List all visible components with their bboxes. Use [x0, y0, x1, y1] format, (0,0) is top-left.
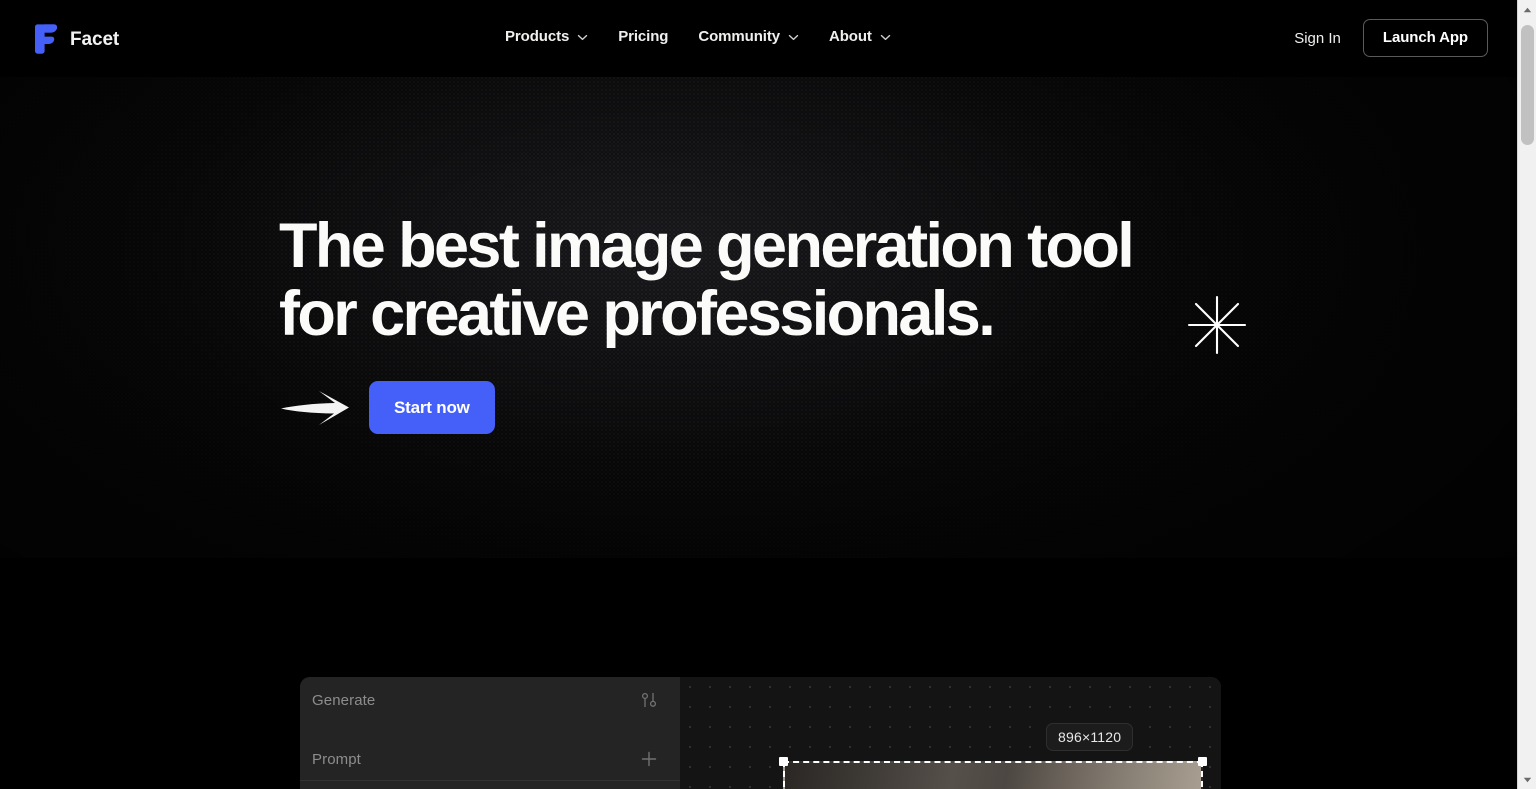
nav-label-pricing: Pricing [618, 28, 669, 45]
nav-item-products[interactable]: Products [505, 26, 588, 47]
scroll-down-arrow-icon[interactable] [1518, 770, 1536, 789]
nav-item-community[interactable]: Community [698, 26, 799, 47]
nav-item-about[interactable]: About [829, 26, 891, 47]
nav-label-products: Products [505, 28, 570, 45]
sign-in-link[interactable]: Sign In [1290, 24, 1345, 53]
chevron-down-icon [577, 32, 588, 43]
sliders-settings-icon[interactable] [640, 691, 658, 709]
nav-label-about: About [828, 28, 872, 45]
chevron-down-icon [788, 32, 799, 43]
prompt-label: Prompt [312, 750, 361, 768]
scroll-up-arrow-icon[interactable] [1518, 0, 1536, 19]
selection-handle-top-left[interactable] [779, 757, 788, 766]
hand-drawn-arrow-right-icon [279, 387, 355, 429]
panel-divider [300, 780, 680, 781]
facet-f-logo-icon [32, 24, 58, 54]
eight-point-star-icon [1186, 294, 1248, 356]
brand-name: Facet [70, 28, 120, 50]
hero-headline-line-2: for creative professionals. [279, 279, 996, 349]
hero-section: The best image generation tool for creat… [0, 0, 1517, 558]
main-navigation: Products Pricing Community About [505, 26, 891, 47]
nav-label-community: Community [698, 28, 780, 45]
app-screenshot: Generate Prompt 896×1120 [300, 677, 1221, 789]
generate-label: Generate [312, 691, 376, 709]
start-now-button[interactable]: Start now [369, 381, 495, 434]
brand-logo-link[interactable]: Facet [32, 24, 119, 54]
plus-icon[interactable] [640, 750, 658, 768]
page-viewport: The best image generation tool for creat… [0, 0, 1517, 789]
hero-cta-row: Start now [279, 381, 495, 434]
selection-handle-top-right[interactable] [1198, 757, 1207, 766]
app-preview-section: Generate Prompt 896×1120 [0, 558, 1517, 789]
image-selection-frame[interactable] [779, 757, 1207, 789]
launch-app-button[interactable]: Launch App [1362, 19, 1488, 57]
image-size-badge: 896×1120 [1046, 723, 1134, 751]
hero-headline-line-1: The best image generation tool [279, 211, 1135, 281]
browser-page: The best image generation tool for creat… [0, 0, 1536, 789]
generate-panel: Generate Prompt [300, 677, 680, 789]
header-actions: Sign In Launch App [1290, 19, 1488, 57]
prompt-row[interactable]: Prompt [300, 744, 680, 774]
hero-headline: The best image generation tool for creat… [279, 212, 1279, 348]
vertical-scrollbar[interactable] [1517, 0, 1536, 789]
canvas-area[interactable]: 896×1120 [680, 677, 1221, 789]
scrollbar-thumb[interactable] [1521, 25, 1534, 145]
generate-panel-header: Generate [300, 685, 680, 715]
chevron-down-icon [880, 32, 891, 43]
nav-item-pricing[interactable]: Pricing [618, 26, 668, 47]
site-header: Facet Products Pricing Community About S… [0, 0, 1517, 77]
